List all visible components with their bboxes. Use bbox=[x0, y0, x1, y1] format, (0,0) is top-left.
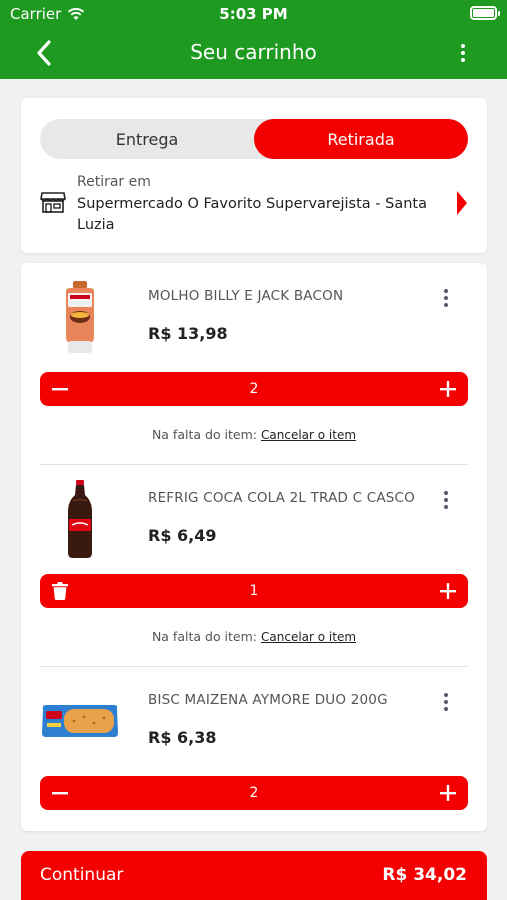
product-image bbox=[40, 479, 120, 559]
product-name: BISC MAIZENA AYMORE DUO 200G bbox=[148, 692, 388, 708]
dot-icon bbox=[461, 44, 465, 48]
cart-items-list: MOLHO BILLY E JACK BACON R$ 13,98 2 Na f… bbox=[21, 263, 487, 831]
decrease-quantity-button[interactable] bbox=[42, 372, 78, 406]
cancel-item-link[interactable]: Cancelar o item bbox=[261, 630, 356, 644]
cart-item: MOLHO BILLY E JACK BACON R$ 13,98 2 Na f… bbox=[21, 263, 487, 465]
page-title: Seu carrinho bbox=[190, 40, 317, 64]
product-price: R$ 6,49 bbox=[148, 526, 217, 545]
delivery-option[interactable]: Entrega bbox=[40, 119, 254, 159]
product-price: R$ 6,38 bbox=[148, 728, 217, 747]
plus-icon bbox=[440, 785, 456, 801]
quantity-value: 2 bbox=[249, 785, 259, 801]
pickup-card: Entrega Retirada Retirar em Supermercado… bbox=[21, 98, 487, 253]
item-options-button[interactable] bbox=[441, 691, 451, 713]
product-name: REFRIG COCA COLA 2L TRAD C CASCO bbox=[148, 490, 416, 506]
continue-label: Continuar bbox=[40, 865, 124, 885]
pickup-store-name[interactable]: Supermercado O Favorito Supervarejista -… bbox=[77, 194, 447, 236]
dot-icon bbox=[444, 303, 448, 307]
status-bar: Carrier 5:03 PM bbox=[0, 0, 507, 28]
clock: 5:03 PM bbox=[219, 5, 288, 23]
dot-icon bbox=[444, 693, 448, 697]
store-icon bbox=[40, 192, 66, 213]
quantity-stepper: 2 bbox=[40, 372, 468, 406]
cart-item: BISC MAIZENA AYMORE DUO 200G R$ 6,38 2 bbox=[21, 667, 487, 869]
dot-icon bbox=[461, 58, 465, 62]
cart-total: R$ 34,02 bbox=[382, 865, 467, 885]
quantity-value: 1 bbox=[249, 583, 259, 599]
missing-item-label: Na falta do item: bbox=[151, 427, 258, 442]
quantity-value: 2 bbox=[249, 381, 259, 397]
dot-icon bbox=[444, 491, 448, 495]
dot-icon bbox=[444, 505, 448, 509]
missing-item-label: Na falta do item: bbox=[151, 629, 258, 644]
dot-icon bbox=[444, 498, 448, 502]
dot-icon bbox=[444, 289, 448, 293]
soda-bottle-image bbox=[68, 480, 92, 558]
product-image bbox=[40, 277, 120, 357]
quantity-stepper: 2 bbox=[40, 776, 468, 810]
increase-quantity-button[interactable] bbox=[430, 372, 466, 406]
plus-icon bbox=[440, 583, 456, 599]
product-price: R$ 13,98 bbox=[148, 324, 228, 343]
plus-icon bbox=[440, 381, 456, 397]
biscuit-pack-image bbox=[42, 705, 118, 737]
dot-icon bbox=[461, 51, 465, 55]
increase-quantity-button[interactable] bbox=[430, 776, 466, 810]
continue-button[interactable]: Continuar R$ 34,02 bbox=[21, 851, 487, 900]
app-header: Carrier 5:03 PM Seu carrinho bbox=[0, 0, 507, 79]
dot-icon bbox=[444, 296, 448, 300]
quantity-stepper: 1 bbox=[40, 574, 468, 608]
minus-icon bbox=[52, 388, 68, 391]
decrease-quantity-button[interactable] bbox=[42, 776, 78, 810]
more-options-button[interactable] bbox=[455, 40, 471, 66]
pickup-option[interactable]: Retirada bbox=[254, 119, 468, 159]
missing-item-policy: Na falta do item: Cancelar o item bbox=[21, 629, 487, 644]
battery-icon bbox=[470, 6, 500, 20]
sauce-bottle-image bbox=[66, 281, 94, 353]
product-name: MOLHO BILLY E JACK BACON bbox=[148, 288, 344, 304]
trash-icon bbox=[52, 582, 68, 600]
increase-quantity-button[interactable] bbox=[430, 574, 466, 608]
dot-icon bbox=[444, 707, 448, 711]
remove-item-button[interactable] bbox=[42, 574, 78, 608]
dot-icon bbox=[444, 700, 448, 704]
minus-icon bbox=[52, 792, 68, 795]
item-options-button[interactable] bbox=[441, 489, 451, 511]
delivery-mode-toggle: Entrega Retirada bbox=[40, 119, 468, 159]
item-options-button[interactable] bbox=[441, 287, 451, 309]
battery-level bbox=[473, 9, 494, 17]
product-image bbox=[40, 681, 120, 761]
cart-item: REFRIG COCA COLA 2L TRAD C CASCO R$ 6,49… bbox=[21, 465, 487, 667]
cancel-item-link[interactable]: Cancelar o item bbox=[261, 428, 356, 442]
chevron-right-icon[interactable] bbox=[457, 191, 467, 215]
pickup-label: Retirar em bbox=[77, 174, 151, 190]
missing-item-policy: Na falta do item: Cancelar o item bbox=[21, 427, 487, 442]
